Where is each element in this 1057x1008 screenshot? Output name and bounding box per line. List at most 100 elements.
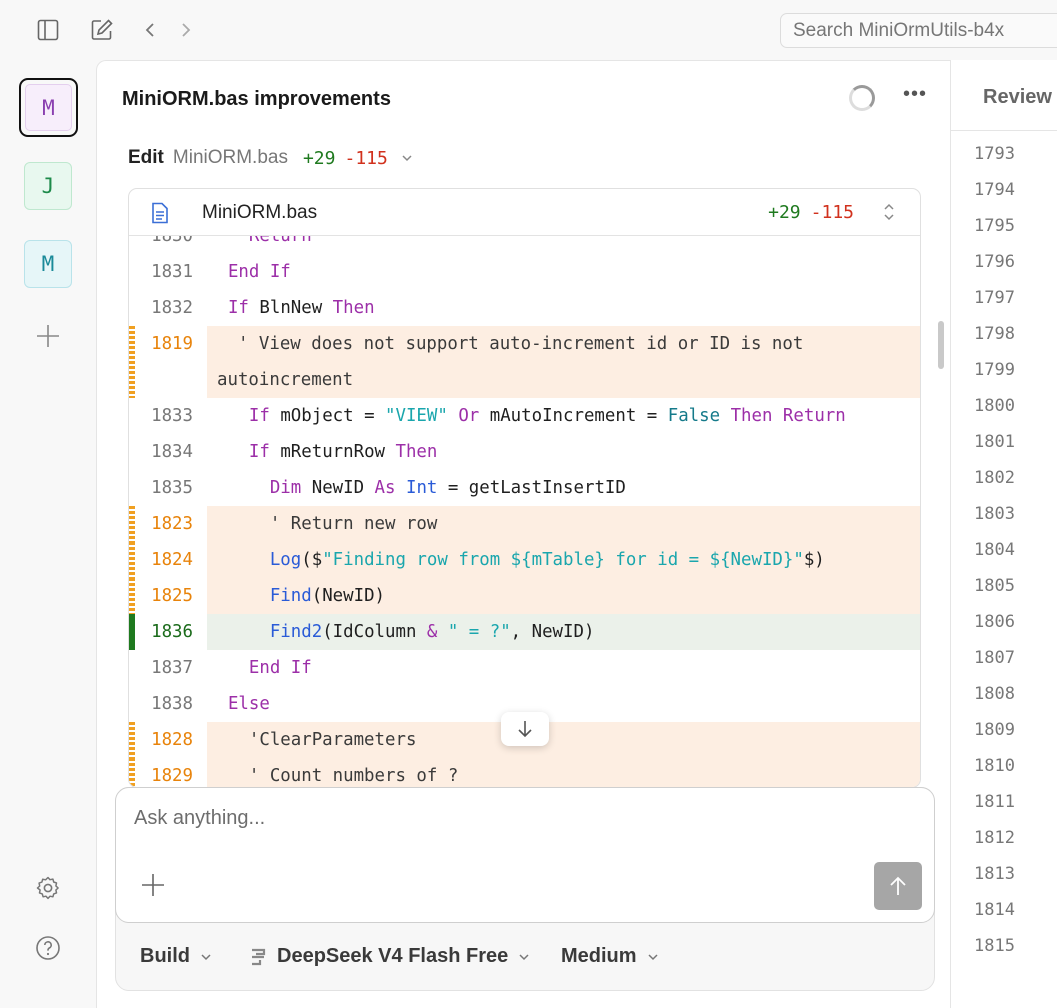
line-number: 1833	[151, 406, 193, 426]
help-icon[interactable]	[24, 924, 72, 972]
model-select[interactable]: DeepSeek V4 Flash Free	[249, 945, 530, 968]
code-token: ' View does not support auto-increment i…	[217, 334, 814, 390]
review-tab[interactable]: Review	[983, 86, 1052, 109]
code-line: 1834 If mReturnRow Then	[129, 434, 920, 470]
review-line-number: 1795	[974, 216, 1015, 236]
effort-select[interactable]: Medium	[561, 945, 659, 968]
top-bar: Search MiniOrmUtils-b4x	[0, 0, 1057, 60]
line-source: ' Count numbers of ?	[207, 758, 920, 787]
mode-select[interactable]: Build	[140, 945, 212, 968]
code-token: "VIEW"	[385, 406, 448, 426]
code-token: (NewID)	[311, 586, 386, 606]
line-number: 1829	[151, 766, 193, 786]
expand-collapse-icon[interactable]	[882, 201, 896, 228]
line-source: End If	[207, 650, 920, 686]
code-token: Dim	[207, 478, 312, 498]
line-number: 1824	[151, 550, 193, 570]
add-workspace-icon[interactable]	[24, 312, 72, 360]
code-lines: 1830 Return 1831 End If 1832 If BlnNew The…	[129, 236, 920, 787]
code-token: Then Return	[720, 406, 846, 426]
code-token: If	[207, 298, 260, 318]
review-line-number: 1811	[974, 792, 1015, 812]
effort-label: Medium	[561, 945, 637, 967]
chevron-down-icon	[519, 953, 529, 960]
review-line-number: 1803	[974, 504, 1015, 524]
code-line: 1836 Find2(IdColumn & " = ?", NewID)	[129, 614, 920, 650]
sidebar-icon[interactable]	[36, 18, 60, 42]
line-number: 1828	[151, 730, 193, 750]
code-line: 1837 End If	[129, 650, 920, 686]
line-source: ' Return new row	[207, 506, 920, 542]
code-token: mObject =	[280, 406, 386, 426]
send-button[interactable]	[874, 862, 922, 910]
settings-icon[interactable]	[24, 864, 72, 912]
diff-removed-count: -115	[810, 202, 854, 223]
code-line: 1824 Log($"Finding row from ${mTable} fo…	[129, 542, 920, 578]
code-token: Return	[207, 236, 312, 246]
loading-spinner-icon	[849, 85, 875, 111]
line-number: 1819	[151, 334, 193, 354]
edit-label: Edit	[128, 147, 164, 168]
line-source: Return	[207, 236, 920, 254]
code-token: &	[426, 622, 448, 642]
code-token: Find	[207, 586, 312, 606]
chevron-down-icon	[201, 953, 211, 960]
line-source: If mReturnRow Then	[207, 434, 920, 470]
review-line-number: 1800	[974, 396, 1015, 416]
code-token: $)	[803, 550, 825, 570]
code-token: NewID	[311, 478, 375, 498]
code-line: 1832 If BlnNew Then	[129, 290, 920, 326]
line-number: 1823	[151, 514, 193, 534]
code-token: 'ClearParameters	[207, 730, 417, 750]
code-token: End If	[207, 262, 291, 282]
edit-added-count: +29	[302, 147, 336, 169]
search-input[interactable]: Search MiniOrmUtils-b4x	[780, 13, 1057, 48]
code-line: 1831 End If	[129, 254, 920, 290]
scroll-to-bottom-button[interactable]	[501, 712, 549, 746]
chevron-right-icon[interactable]	[174, 18, 198, 42]
line-source: Dim NewID As Int = getLastInsertID	[207, 470, 920, 506]
review-line-number: 1815	[974, 936, 1015, 956]
line-number: 1830	[151, 236, 193, 246]
review-line-number: 1794	[974, 180, 1015, 200]
review-line-number: 1796	[974, 252, 1015, 272]
review-line-number: 1813	[974, 864, 1015, 884]
edit-summary[interactable]: Edit MiniORM.bas +29 -115	[128, 147, 413, 169]
chevron-left-icon[interactable]	[138, 18, 162, 42]
composer: Ask anything...	[115, 787, 935, 923]
code-line: 1825 Find(NewID)	[129, 578, 920, 614]
code-line: 1835 Dim NewID As Int = getLastInsertID	[129, 470, 920, 506]
review-line-number: 1799	[974, 360, 1015, 380]
code-token: As	[374, 478, 406, 498]
scrollbar-thumb[interactable]	[938, 321, 944, 369]
attach-plus-icon[interactable]	[140, 872, 166, 903]
line-source: Else	[207, 686, 920, 722]
edit-file: MiniORM.bas	[172, 147, 288, 168]
line-number: 1831	[151, 262, 193, 282]
chevron-down-icon[interactable]	[401, 147, 413, 169]
edit-icon[interactable]	[90, 18, 114, 42]
code-token: mAutoIncrement =	[489, 406, 668, 426]
line-number: 1838	[151, 694, 193, 714]
review-line-number: 1810	[974, 756, 1015, 776]
line-number: 1834	[151, 442, 193, 462]
session-panel: MiniORM.bas improvements ••• Edit MiniOR…	[96, 60, 951, 1008]
code-token: = getLastInsertID	[437, 478, 626, 498]
workspace-m-active[interactable]: M	[19, 78, 78, 137]
diff-viewer: MiniORM.bas +29 -115 1830 Return 1831 End…	[128, 188, 921, 788]
code-token: Or	[447, 406, 490, 426]
line-source: Find2(IdColumn & " = ?", NewID)	[207, 614, 920, 650]
more-options-icon[interactable]: •••	[903, 83, 927, 106]
code-token: " = ?"	[447, 622, 511, 642]
code-token: End If	[207, 658, 312, 678]
line-source: 'ClearParameters	[207, 722, 920, 758]
review-line-numbers: 1792179317941795179617971798179918001801…	[951, 130, 1057, 1008]
edit-removed-count: -115	[344, 147, 388, 169]
prompt-input[interactable]: Ask anything...	[134, 807, 265, 830]
review-line-number: 1809	[974, 720, 1015, 740]
code-token: Else	[207, 694, 270, 714]
workspace-m[interactable]: M	[24, 240, 72, 288]
line-source: End If	[207, 254, 920, 290]
review-line-number: 1812	[974, 828, 1015, 848]
workspace-j[interactable]: J	[24, 162, 72, 210]
